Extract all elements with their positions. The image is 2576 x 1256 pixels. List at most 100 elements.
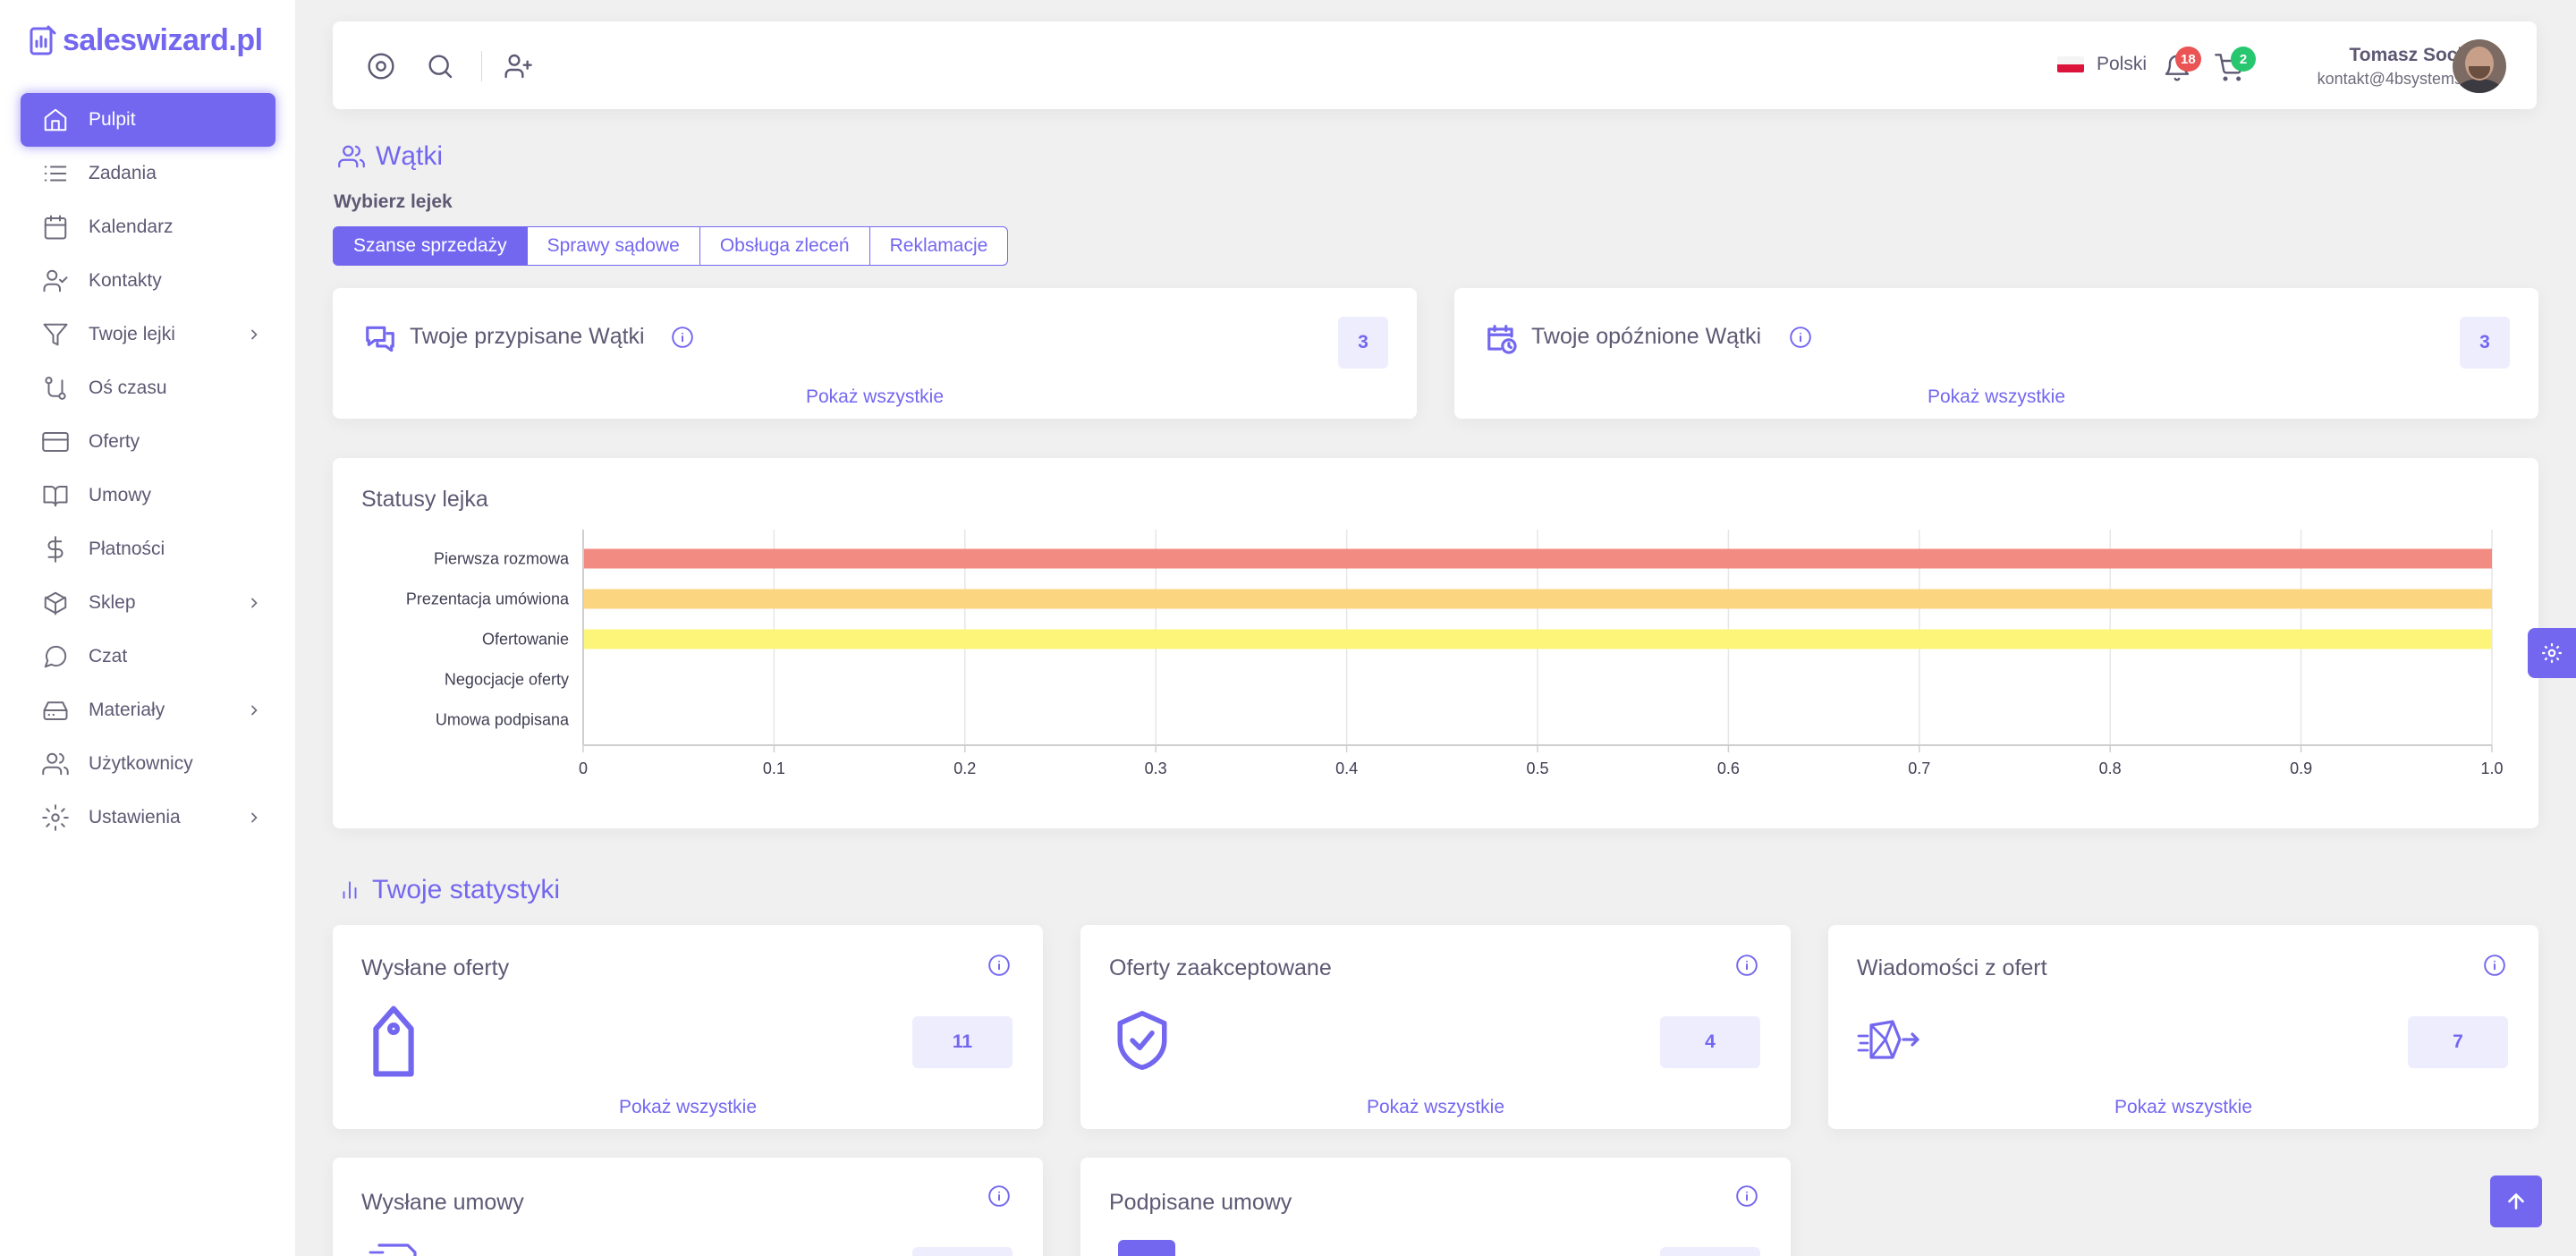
info-icon[interactable] (1789, 326, 1812, 349)
chart-category-label: Ofertowanie (482, 631, 569, 649)
home-icon (40, 105, 71, 135)
chart-tick-label: 0.1 (763, 760, 785, 777)
stat-card-show-all[interactable]: Pokaż wszystkie (1828, 1097, 2538, 1118)
brand-logo[interactable]: saleswizard.pl (29, 23, 263, 58)
chart-category-label: Prezentacja umówiona (406, 590, 570, 608)
sidebar: saleswizard.pl Pulpit Zadania Kalendarz … (0, 0, 295, 1256)
sidebar-item-label: Oś czasu (89, 378, 167, 398)
sidebar-item-label: Oferty (89, 431, 140, 452)
sidebar-item-ustawienia[interactable]: Ustawienia (21, 791, 275, 844)
sidebar-item-label: Kalendarz (89, 216, 174, 237)
customizer-toggle-button[interactable] (2528, 628, 2576, 678)
credit-card-icon (40, 427, 71, 457)
delayed-threads-title: Twoje opóźnione Wątki (1531, 324, 1762, 349)
sidebar-item-platnosci[interactable]: Płatności (21, 522, 275, 576)
sidebar-item-oferty[interactable]: Oferty (21, 415, 275, 469)
sidebar-item-label: Umowy (89, 485, 152, 505)
scroll-to-top-button[interactable] (2490, 1175, 2542, 1227)
chart-tick-label: 1.0 (2480, 760, 2503, 777)
arrow-up-icon (2508, 1193, 2524, 1209)
tab-sprawy-sadowe[interactable]: Sprawy sądowe (526, 226, 700, 266)
mail-send-icon (1857, 1018, 1921, 1069)
stat-card-title: Oferty zaakceptowane (1109, 955, 1332, 980)
language-selector[interactable]: Polski (2057, 54, 2147, 75)
delayed-threads-show-all[interactable]: Pokaż wszystkie (1454, 386, 2538, 408)
tag-icon (369, 1004, 419, 1083)
stats-section-title: Twoje statystyki (338, 875, 560, 905)
info-icon[interactable] (987, 954, 1011, 977)
users-icon (338, 145, 365, 168)
avatar[interactable] (2453, 39, 2506, 93)
chart-tick-label: 0.8 (2099, 760, 2122, 777)
sidebar-item-zadania[interactable]: Zadania (21, 147, 275, 200)
document-send-icon (369, 1242, 426, 1256)
chart-tick-label: 0 (579, 760, 588, 777)
sidebar-item-os-czasu[interactable]: Oś czasu (21, 361, 275, 415)
chart-bar (584, 548, 2492, 569)
info-icon[interactable] (2483, 954, 2506, 977)
info-icon[interactable] (1735, 1184, 1758, 1208)
tab-szanse-sprzedazy[interactable]: Szanse sprzedaży (333, 226, 528, 266)
user-plus-icon[interactable] (500, 48, 536, 84)
language-label: Polski (2097, 54, 2148, 74)
threads-title: Wątki (376, 141, 443, 171)
chart-category-label: Pierwsza rozmowa (434, 550, 570, 568)
sidebar-item-twoje-lejki[interactable]: Twoje lejki (21, 308, 275, 361)
sidebar-item-pulpit[interactable]: Pulpit (21, 93, 275, 147)
sidebar-item-label: Pulpit (89, 109, 136, 130)
message-circle-icon (40, 641, 71, 672)
sidebar-item-label: Płatności (89, 539, 165, 559)
cart-button[interactable]: 2 (2215, 47, 2256, 82)
target-icon[interactable] (363, 48, 399, 84)
info-icon[interactable] (987, 1184, 1011, 1208)
tab-obsluga-zlecen[interactable]: Obsługa zleceń (699, 226, 870, 266)
chart-tick-label: 0.6 (1717, 760, 1740, 777)
funnel-tabs: Szanse sprzedaży Sprawy sądowe Obsługa z… (333, 226, 1009, 266)
info-icon[interactable] (1735, 954, 1758, 977)
list-icon (40, 158, 71, 189)
sidebar-item-kalendarz[interactable]: Kalendarz (21, 200, 275, 254)
sidebar-item-uzytkownicy[interactable]: Użytkownicy (21, 737, 275, 791)
stat-card-show-all[interactable]: Pokaż wszystkie (333, 1097, 1043, 1118)
chevron-right-icon (245, 326, 263, 344)
stat-card-count: 7 (2408, 1016, 2508, 1068)
assigned-threads-count: 3 (1338, 317, 1388, 369)
sidebar-item-label: Użytkownicy (89, 753, 193, 774)
user-email: kontakt@4bsystems.pl (2317, 70, 2479, 88)
settings-icon (40, 802, 71, 833)
signed-document-icon (1118, 1240, 1175, 1256)
stat-card-title: Wiadomości z ofert (1857, 955, 2047, 980)
stats-title: Twoje statystyki (372, 875, 561, 904)
user-info[interactable]: Tomasz Socha kontakt@4bsystems.pl (2265, 45, 2479, 89)
chevron-right-icon (245, 594, 263, 612)
chevron-right-icon (245, 701, 263, 719)
stat-card-show-all[interactable]: Pokaż wszystkie (1080, 1097, 1791, 1118)
stat-card-count: 11 (912, 1016, 1013, 1068)
sidebar-item-label: Materiały (89, 700, 165, 720)
sidebar-item-umowy[interactable]: Umowy (21, 469, 275, 522)
info-icon[interactable] (671, 326, 694, 349)
assigned-threads-show-all[interactable]: Pokaż wszystkie (333, 386, 1417, 408)
sidebar-item-label: Zadania (89, 163, 157, 183)
chart-category-label: Negocjacje oferty (445, 671, 569, 689)
chevron-right-icon (245, 809, 263, 827)
sidebar-item-sklep[interactable]: Sklep (21, 576, 275, 630)
calendar-icon (40, 212, 71, 242)
assigned-threads-title: Twoje przypisane Wątki (410, 324, 645, 349)
search-icon[interactable] (422, 48, 458, 84)
stat-card-count-box (912, 1247, 1013, 1256)
sidebar-item-kontakty[interactable]: Kontakty (21, 254, 275, 308)
sidebar-item-label: Czat (89, 646, 128, 666)
sidebar-item-czat[interactable]: Czat (21, 630, 275, 683)
sidebar-item-materialy[interactable]: Materiały (21, 683, 275, 737)
chart-tick-label: 0.5 (1526, 760, 1548, 777)
funnel-label: Wybierz lejek (334, 191, 453, 212)
chart-tick-label: 0.4 (1335, 760, 1358, 777)
notifications-button[interactable]: 18 (2163, 47, 2201, 82)
chart-bar (584, 629, 2492, 649)
tab-reklamacje[interactable]: Reklamacje (869, 226, 1009, 266)
filter-icon (40, 319, 71, 350)
chart-tick-label: 0.2 (953, 760, 976, 777)
stat-card-signed-contracts: Podpisane umowy (1080, 1158, 1791, 1256)
stat-card-accepted-offers: Oferty zaakceptowane 4 Pokaż wszystkie (1080, 925, 1791, 1129)
